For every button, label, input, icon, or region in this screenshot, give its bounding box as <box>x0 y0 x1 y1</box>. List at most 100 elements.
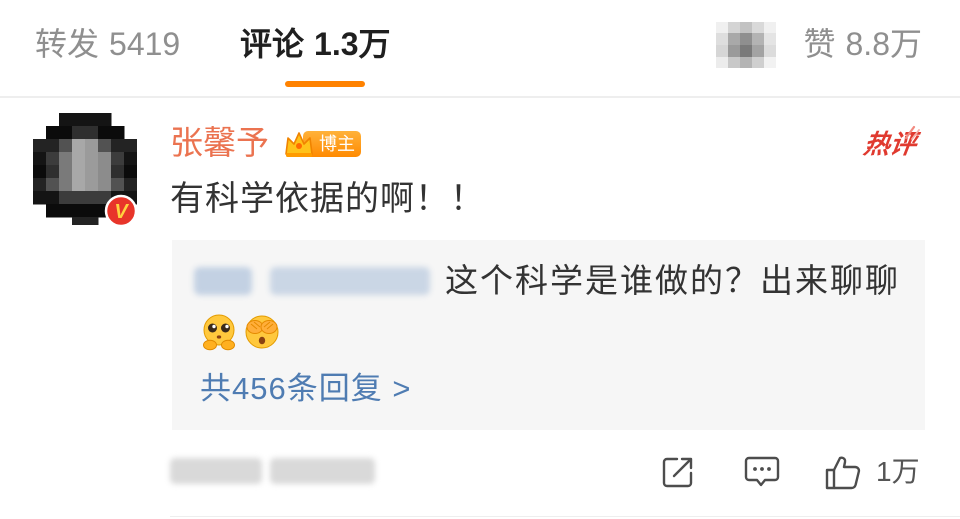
mosaic-cell <box>85 204 99 218</box>
mosaic-cell <box>59 191 73 205</box>
mosaic-cell <box>72 165 86 179</box>
mosaic-cell <box>124 165 137 179</box>
mosaic-cell <box>85 165 99 179</box>
mosaic-cell <box>98 139 112 153</box>
verified-badge-icon: V <box>104 194 138 228</box>
mosaic-cell <box>111 152 125 166</box>
verified-badge-letter: V <box>114 201 129 223</box>
mosaic-cell <box>33 165 47 179</box>
mosaic-cell <box>85 178 99 192</box>
mosaic-cell <box>59 178 73 192</box>
blur-block <box>270 267 430 295</box>
mosaic-cell <box>85 139 99 153</box>
tab-likes[interactable]: 赞 8.8万 <box>803 21 922 67</box>
mosaic-cell <box>752 57 765 68</box>
share-icon <box>662 457 693 488</box>
tab-comments-count: 1.3万 <box>314 26 391 62</box>
emoji-row <box>199 312 289 352</box>
crown-icon <box>285 132 313 157</box>
comment-divider <box>170 516 960 517</box>
like-count: 1万 <box>876 456 920 487</box>
mosaic-cell <box>716 45 729 58</box>
mosaic-cell <box>72 126 86 140</box>
tab-comments[interactable]: 评论 1.3万 <box>240 21 391 67</box>
mosaic-cell <box>752 22 765 34</box>
mosaic-cell <box>33 139 47 153</box>
mosaic-cell <box>59 204 73 218</box>
mosaic-cell <box>98 152 112 166</box>
mosaic-cell <box>752 33 765 46</box>
mosaic-cell <box>124 139 137 153</box>
tab-comments-label: 评论 <box>240 26 305 62</box>
mosaic-cell <box>98 126 112 140</box>
mosaic-cell <box>72 152 86 166</box>
like-button[interactable]: 1万 <box>824 452 924 492</box>
mosaic-cell <box>33 178 47 192</box>
mosaic-cell <box>59 126 73 140</box>
more-replies-link[interactable]: 共456条回复 > <box>200 368 411 410</box>
role-badge: 博主 <box>283 127 361 161</box>
mosaic-cell <box>728 33 741 46</box>
blur-block <box>270 458 375 484</box>
mosaic-cell <box>716 57 729 68</box>
tab-likes-label: 赞 <box>803 26 836 62</box>
mosaic-cell <box>764 57 776 68</box>
mosaic-cell <box>740 45 753 58</box>
mosaic-cell <box>85 191 99 205</box>
hot-flame-icon <box>904 125 920 140</box>
mosaic-cell <box>85 126 99 140</box>
tab-repost[interactable]: 转发 5419 <box>35 21 180 67</box>
comment-icon <box>744 456 780 487</box>
mosaic-cell <box>111 178 125 192</box>
mosaic-cell <box>72 191 86 205</box>
mosaic-cell <box>59 113 73 127</box>
mosaic-cell <box>46 139 60 153</box>
mosaic-cell <box>740 22 753 34</box>
share-button[interactable] <box>660 452 698 492</box>
hot-comment-label: 热评 <box>862 124 922 164</box>
mosaic-cell <box>740 33 753 46</box>
mosaic-cell <box>72 139 86 153</box>
face-covering-eyes-emoji <box>245 315 279 349</box>
mosaic-cell <box>72 217 86 225</box>
mosaic-cell <box>85 113 99 127</box>
mosaic-cell <box>33 152 47 166</box>
pleading-face-emoji <box>203 314 235 351</box>
mosaic-cell <box>764 33 776 46</box>
active-tab-indicator <box>285 81 365 87</box>
mosaic-cell <box>98 113 112 127</box>
mosaic-cell <box>72 113 86 127</box>
blur-block <box>194 267 252 295</box>
mosaic-cell <box>46 178 60 192</box>
mosaic-cell <box>716 22 729 34</box>
tab-likes-count: 8.8万 <box>845 26 923 62</box>
blurred-timestamp <box>170 454 380 488</box>
mosaic-cell <box>72 204 86 218</box>
mosaic-cell <box>124 152 137 166</box>
mosaic-cell <box>46 165 60 179</box>
mosaic-cell <box>111 139 125 153</box>
mosaic-cell <box>716 33 729 46</box>
mosaic-cell <box>111 165 125 179</box>
comment-text: 有科学依据的啊！！ <box>170 180 485 218</box>
blurred-reply-username[interactable] <box>194 264 434 298</box>
mosaic-cell <box>752 45 765 58</box>
mosaic-cell <box>72 178 86 192</box>
reply-button[interactable] <box>743 452 783 492</box>
mosaic-cell <box>111 126 125 140</box>
mosaic-cell <box>98 165 112 179</box>
reply-text: 这个科学是谁做的？出来聊聊 <box>445 262 900 299</box>
mosaic-cell <box>59 152 73 166</box>
mosaic-cell <box>46 191 60 205</box>
author-name[interactable]: 张馨予 <box>170 122 269 164</box>
tab-repost-label: 转发 <box>35 26 100 62</box>
mosaic-cell <box>728 57 741 68</box>
tab-divider <box>0 96 960 98</box>
blurred-liker-avatar[interactable] <box>716 22 776 68</box>
mosaic-cell <box>85 152 99 166</box>
mosaic-cell <box>728 22 741 34</box>
mosaic-cell <box>764 45 776 58</box>
reply-preview[interactable]: 这个科学是谁做的？出来聊聊 共456条回复 > <box>172 240 925 430</box>
mosaic-cell <box>764 22 776 34</box>
mosaic-cell <box>46 152 60 166</box>
